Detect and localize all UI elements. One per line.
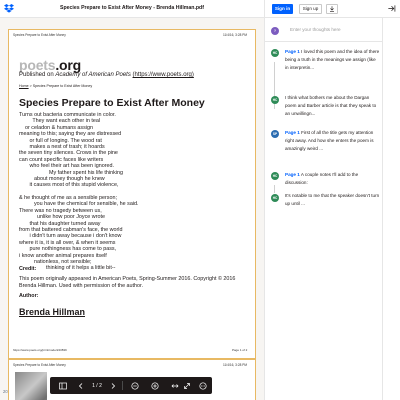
- chevron-left-icon: [78, 382, 83, 389]
- zoom-in-button[interactable]: [148, 377, 162, 394]
- poem-line: thinking of it helps a little bit--: [19, 265, 116, 272]
- comments-panel: ? Enter your thoughts here HC Page 1 I l…: [265, 18, 382, 400]
- zoom-out-button[interactable]: [128, 377, 142, 394]
- reply-avatar: HC: [271, 96, 279, 104]
- sign-up-button[interactable]: Sign up: [299, 4, 322, 14]
- comment-page-ref[interactable]: Page 1: [285, 172, 300, 177]
- zoom-in-icon: [151, 381, 159, 390]
- comment-placeholder: Enter your thoughts here: [290, 27, 341, 32]
- avatar: HC: [271, 49, 279, 57]
- author-link[interactable]: Brenda Hillman: [19, 307, 85, 317]
- toolbar-divider: [122, 381, 123, 390]
- reply-avatar: HC: [271, 194, 279, 202]
- poets-org-link[interactable]: (https://www.poets.org): [133, 72, 194, 78]
- credit-text: This poem originally appeared in America…: [19, 276, 236, 289]
- poem-body: Turns out bacteria communicate in color.…: [19, 112, 219, 272]
- zoom-out-icon: [131, 381, 139, 390]
- download-icon: [330, 6, 334, 12]
- comment-text: Page 1 First of all the title gets my at…: [285, 129, 380, 154]
- fit-width-icon: [171, 383, 179, 388]
- logo-suffix: .org: [55, 57, 81, 73]
- pdf-page-1: Species Prepare to Exist After Money 11/…: [8, 29, 256, 359]
- right-rail-divider: [382, 18, 383, 400]
- viewer-toolbar: 1 / 2: [50, 377, 212, 394]
- comment-input[interactable]: ? Enter your thoughts here: [271, 26, 381, 36]
- logo-main: poets: [19, 57, 56, 73]
- page-indicator-text: 1 / 2: [92, 382, 102, 389]
- more-options-button[interactable]: [196, 377, 210, 394]
- chevron-right-icon: [111, 382, 116, 389]
- avatar: SP: [271, 130, 279, 138]
- sign-in-button[interactable]: Sign in: [272, 4, 293, 14]
- page-footer-number: Page 1 of 2: [232, 348, 248, 352]
- avatar: HC: [271, 172, 279, 180]
- sidebar-icon: [59, 382, 67, 389]
- published-source: Academy of American Poets: [55, 72, 131, 78]
- breadcrumb-rest: > Species Prepare to Exist After Money: [28, 84, 93, 88]
- download-button[interactable]: [326, 4, 338, 14]
- fullscreen-button[interactable]: [180, 377, 194, 394]
- author-photo: [15, 372, 47, 400]
- page2-header-right: 11/4/16, 3:28 PM: [223, 363, 248, 367]
- breadcrumb-home-link[interactable]: Home: [19, 84, 29, 88]
- page2-header-left: Species Prepare to Exist After Money: [13, 363, 66, 367]
- previous-page-button[interactable]: [76, 377, 86, 394]
- document-title: Species Prepare to Exist After Money - B…: [60, 5, 204, 11]
- more-icon: [199, 381, 207, 390]
- page-footer-url: https://www.poets.org/print/node/243839: [13, 348, 67, 352]
- reply-text: I think what bothers me about the Dargan…: [285, 95, 377, 117]
- current-user-avatar: ?: [271, 27, 279, 35]
- reply-text: It's notable to me that the speaker does…: [285, 193, 380, 207]
- fullscreen-icon: [184, 382, 190, 389]
- page-header-right: 11/4/16, 3:28 PM: [223, 33, 248, 37]
- comment-page-ref[interactable]: Page 1: [285, 130, 300, 135]
- published-prefix: Published on: [19, 72, 56, 78]
- comment-thread[interactable]: SP Page 1 First of all the title gets my…: [265, 129, 382, 159]
- comment-page-ref[interactable]: Page 1: [285, 49, 300, 54]
- published-line: Published on Academy of American Poets (…: [19, 72, 194, 78]
- thread-connector: [274, 185, 275, 193]
- poets-org-logo: poets.org: [19, 57, 81, 73]
- collapse-panel-icon[interactable]: [387, 4, 396, 13]
- poem-title: Species Prepare to Exist After Money: [19, 97, 205, 109]
- page-header-left: Species Prepare to Exist After Money: [13, 33, 66, 37]
- next-page-button[interactable]: [108, 377, 118, 394]
- comment-body: I loved this poem and the idea of there …: [285, 49, 380, 71]
- sidebar-toggle-button[interactable]: [56, 377, 70, 394]
- comment-text: Page 1 I loved this poem and the idea of…: [285, 48, 380, 73]
- comment-thread[interactable]: HC Page 1 I loved this poem and the idea…: [265, 48, 382, 128]
- breadcrumb: Home > Species Prepare to Exist After Mo…: [19, 84, 92, 88]
- footer-counter: 20: [3, 389, 8, 394]
- page-indicator[interactable]: 1 / 2: [88, 377, 106, 394]
- comments-divider: [265, 41, 382, 42]
- author-label: Author:: [19, 293, 39, 299]
- comment-text: Page 1 A couple notes I'll add to the di…: [285, 171, 380, 187]
- comment-thread[interactable]: HC Page 1 A couple notes I'll add to the…: [265, 171, 382, 231]
- top-bar: Species Prepare to Exist After Money - B…: [0, 0, 400, 18]
- document-viewer[interactable]: Species Prepare to Exist After Money 11/…: [0, 18, 264, 400]
- credit-label: Credit:: [19, 266, 37, 272]
